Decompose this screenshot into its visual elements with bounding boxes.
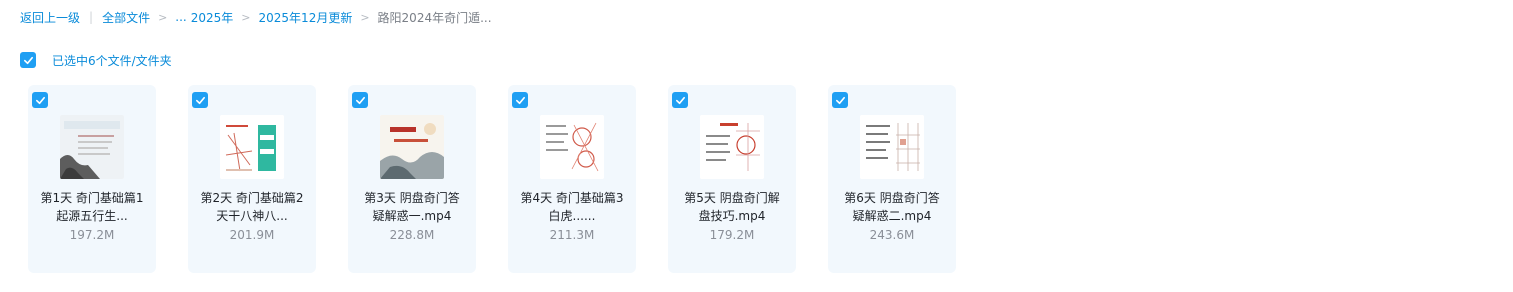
breadcrumb: 返回上一级 | 全部文件 > ... 2025年 > 2025年12月更新 > … xyxy=(20,8,492,26)
file-card[interactable]: 第6天 阴盘奇门答 疑解惑二.mp4 243.6M xyxy=(828,85,956,273)
file-size: 243.6M xyxy=(869,228,915,242)
file-card[interactable]: 第2天 奇门基础篇2 天干八神八... 201.9M xyxy=(188,85,316,273)
checkmark-icon xyxy=(355,96,365,104)
video-thumbnail xyxy=(380,115,444,179)
file-checkbox[interactable] xyxy=(32,92,48,108)
breadcrumb-year[interactable]: 2025年 xyxy=(191,9,234,26)
file-name[interactable]: 第3天 阴盘奇门答 疑解惑一.mp4 xyxy=(354,189,470,225)
file-size: 211.3M xyxy=(549,228,595,242)
file-checkbox[interactable] xyxy=(512,92,528,108)
breadcrumb-current-folder: 路阳2024年奇门遁... xyxy=(377,10,492,25)
checkmark-icon xyxy=(675,96,685,104)
checkmark-icon xyxy=(23,56,33,64)
file-size: 201.9M xyxy=(229,228,275,242)
checkmark-icon xyxy=(35,96,45,104)
selection-count-label: 已选中6个文件/文件夹 xyxy=(52,53,172,68)
video-thumbnail xyxy=(60,115,124,179)
file-name[interactable]: 第2天 奇门基础篇2 天干八神八... xyxy=(194,189,310,225)
breadcrumb-divider: | xyxy=(89,10,94,24)
select-all-checkbox[interactable] xyxy=(20,52,36,68)
file-name[interactable]: 第5天 阴盘奇门解 盘技巧.mp4 xyxy=(674,189,790,225)
file-size: 197.2M xyxy=(69,228,115,242)
file-checkbox[interactable] xyxy=(832,92,848,108)
file-name[interactable]: 第1天 奇门基础篇1 起源五行生... xyxy=(34,189,150,225)
file-card[interactable]: 第4天 奇门基础篇3 白虎...... 211.3M xyxy=(508,85,636,273)
file-size: 228.8M xyxy=(389,228,435,242)
selection-bar: 已选中6个文件/文件夹 xyxy=(20,51,172,69)
breadcrumb-ellipsis[interactable]: ... xyxy=(175,10,186,24)
chevron-right-icon: > xyxy=(158,10,168,24)
file-name[interactable]: 第6天 阴盘奇门答 疑解惑二.mp4 xyxy=(834,189,950,225)
file-name[interactable]: 第4天 奇门基础篇3 白虎...... xyxy=(514,189,630,225)
file-checkbox[interactable] xyxy=(352,92,368,108)
checkmark-icon xyxy=(835,96,845,104)
chevron-right-icon: > xyxy=(360,10,370,24)
checkmark-icon xyxy=(195,96,205,104)
chevron-right-icon: > xyxy=(241,10,251,24)
file-checkbox[interactable] xyxy=(672,92,688,108)
file-card[interactable]: 第5天 阴盘奇门解 盘技巧.mp4 179.2M xyxy=(668,85,796,273)
file-card[interactable]: 第3天 阴盘奇门答 疑解惑一.mp4 228.8M xyxy=(348,85,476,273)
back-link[interactable]: 返回上一级 xyxy=(20,9,80,26)
file-size: 179.2M xyxy=(709,228,755,242)
file-card[interactable]: 第1天 奇门基础篇1 起源五行生... 197.2M xyxy=(28,85,156,273)
checkmark-icon xyxy=(515,96,525,104)
video-thumbnail xyxy=(860,115,924,179)
video-thumbnail xyxy=(540,115,604,179)
breadcrumb-all-files[interactable]: 全部文件 xyxy=(102,9,150,26)
video-thumbnail xyxy=(220,115,284,179)
video-thumbnail xyxy=(700,115,764,179)
breadcrumb-month-update[interactable]: 2025年12月更新 xyxy=(259,9,353,26)
file-checkbox[interactable] xyxy=(192,92,208,108)
